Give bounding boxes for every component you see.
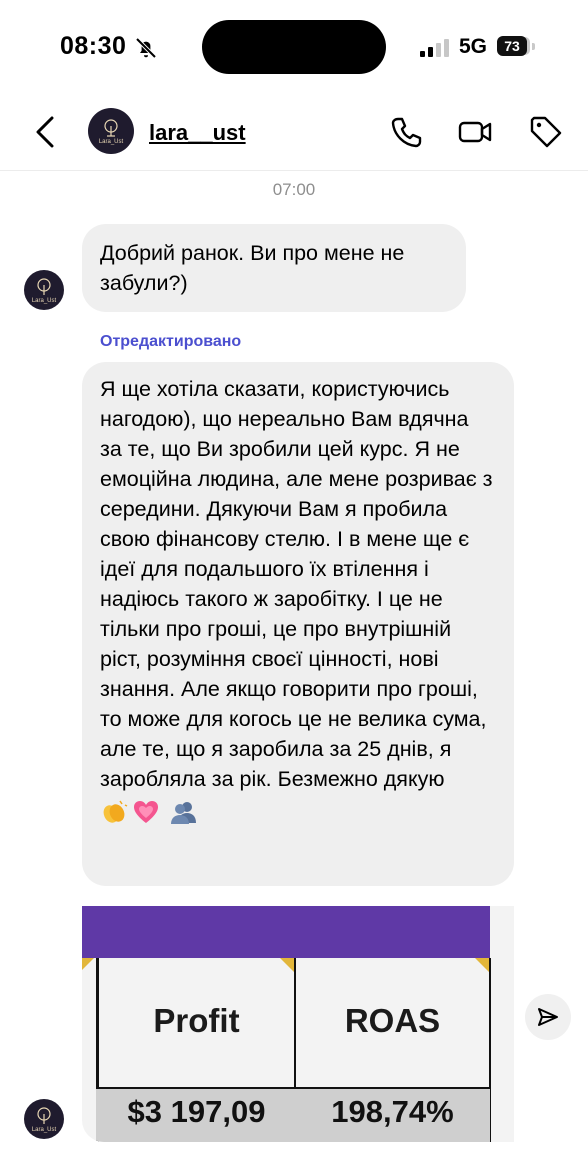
table-value-profit: $3 197,09	[127, 1094, 266, 1129]
message-bubble[interactable]: Я ще хотіла сказати, користуючись нагодо…	[82, 362, 514, 886]
contact-avatar[interactable]: Lara_Ust	[88, 108, 134, 154]
message-text: Я ще хотіла сказати, користуючись нагодо…	[100, 377, 493, 791]
share-button[interactable]	[525, 994, 571, 1040]
table-border	[96, 1087, 491, 1089]
corner-marker	[82, 958, 94, 970]
status-time: 08:30	[60, 32, 127, 60]
message-text: Добрий ранок. Ви про мене не забули?)	[100, 241, 405, 295]
call-button[interactable]	[388, 114, 424, 150]
two-people-silhouette-icon	[170, 802, 196, 825]
table-value-roas: 198,74%	[331, 1094, 454, 1129]
tree-logo-icon	[37, 1106, 51, 1124]
signal-icon	[420, 39, 449, 57]
send-icon	[538, 1008, 558, 1026]
avatar-label: Lara_Ust	[31, 1126, 57, 1133]
status-bar: 08:30 5G 73	[0, 0, 588, 96]
avatar-label: Lara_Ust	[31, 297, 57, 304]
sender-avatar[interactable]: Lara_Ust	[24, 1099, 64, 1139]
tag-button[interactable]	[528, 114, 564, 150]
contact-username[interactable]: lara__ust	[149, 120, 246, 146]
table-header-profit: Profit	[153, 1002, 240, 1039]
video-camera-icon	[458, 121, 492, 143]
phone-icon	[391, 117, 422, 148]
growing-heart-icon	[134, 801, 158, 824]
battery-level: 73	[497, 36, 527, 56]
edited-label: Отредактировано	[100, 333, 242, 350]
message-bubble[interactable]: Добрий ранок. Ви про мене не забули?)	[82, 224, 466, 312]
table-header-band	[82, 906, 490, 958]
back-arrow-icon[interactable]	[30, 114, 60, 150]
tree-logo-icon	[37, 277, 51, 295]
battery-icon: 73	[497, 36, 537, 58]
tag-icon	[530, 116, 562, 148]
tree-logo-icon	[104, 118, 118, 137]
chat-header: Lara_Ust lara__ust	[0, 96, 588, 171]
network-type: 5G	[459, 35, 488, 58]
corner-marker	[475, 958, 489, 972]
corner-marker	[280, 958, 294, 972]
muted-bell-icon	[135, 37, 157, 59]
shared-image-table[interactable]: Profit ROAS $3 197,09 198,74%	[82, 906, 514, 1142]
clapping-hands-icon	[103, 800, 128, 824]
sender-avatar[interactable]: Lara_Ust	[24, 270, 64, 310]
avatar-label: Lara_Ust	[98, 138, 124, 145]
message-timestamp: 07:00	[272, 180, 316, 199]
video-call-button[interactable]	[457, 114, 493, 150]
dynamic-island	[202, 20, 386, 74]
table-header-roas: ROAS	[344, 1002, 441, 1039]
